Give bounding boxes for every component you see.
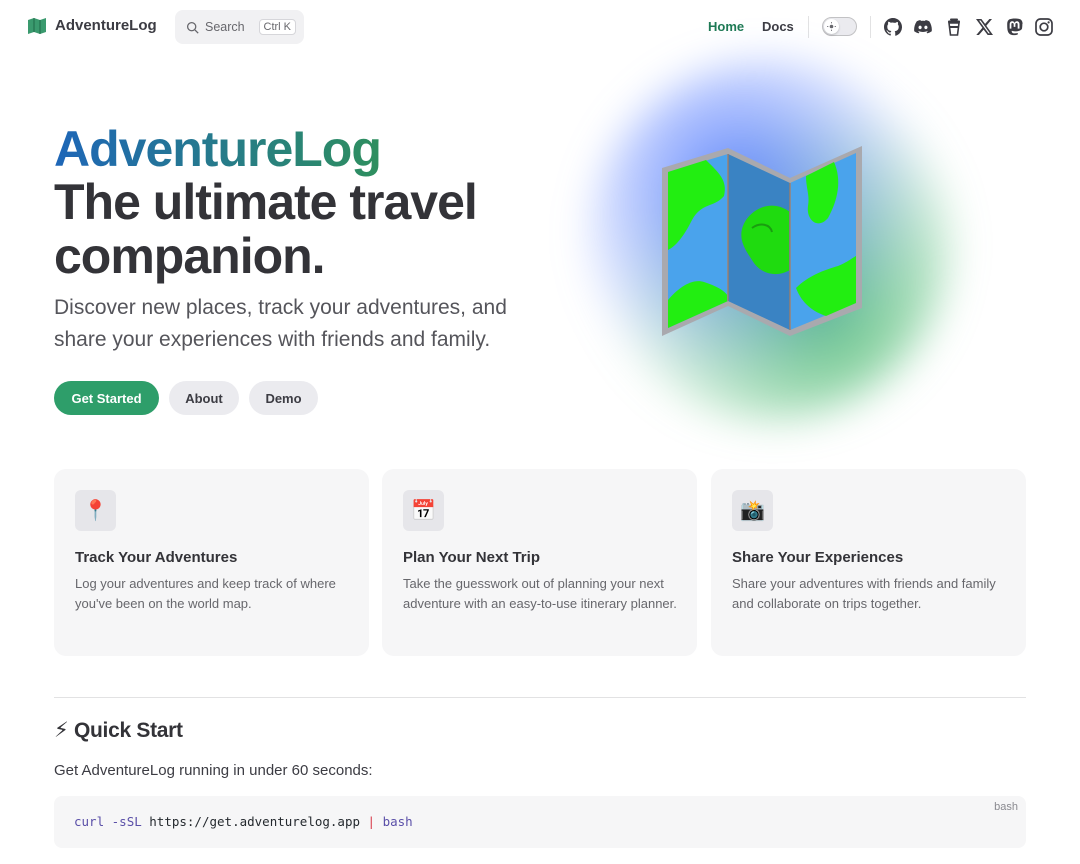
about-button[interactable]: About [169,381,239,415]
feature-card: 📍 Track Your Adventures Log your adventu… [54,469,369,656]
mastodon-icon[interactable] [1004,17,1024,37]
toggle-knob [824,19,839,34]
code-lang-label: bash [994,801,1018,813]
search-icon [186,21,199,34]
nav-link-home[interactable]: Home [708,19,744,34]
top-nav: AdventureLog Search Ctrl K Home Docs [0,0,1080,54]
buymeacoffee-icon[interactable] [944,17,964,37]
brand-name: AdventureLog [55,17,157,34]
github-icon[interactable] [883,17,903,37]
search-shortcut: Ctrl K [258,19,296,35]
demo-button[interactable]: Demo [249,381,318,415]
sun-icon [827,22,836,31]
quick-start-subtitle: Get AdventureLog running in under 60 sec… [54,762,373,779]
nav-divider-2 [870,16,871,38]
calendar-icon: 📅 [403,490,444,531]
feature-title: Plan Your Next Trip [403,549,540,566]
brand-link[interactable]: AdventureLog [28,17,157,34]
camera-icon: 📸 [732,490,773,531]
code-shell: bash [382,814,413,829]
feature-title: Share Your Experiences [732,549,904,566]
search-label: Search [205,20,245,34]
section-divider [54,697,1026,698]
nav-link-docs[interactable]: Docs [762,19,794,34]
hero-name: AdventureLog [54,121,382,177]
code-block[interactable]: bash curl -sSL https://get.adventurelog.… [54,796,1026,848]
hero-text: The ultimate travel companion. [54,174,478,284]
get-started-button[interactable]: Get Started [54,381,159,415]
theme-toggle[interactable] [822,17,857,36]
instagram-icon[interactable] [1034,17,1054,37]
pin-icon: 📍 [75,490,116,531]
feature-card: 📸 Share Your Experiences Share your adve… [711,469,1026,656]
code-pipe: | [367,814,376,829]
code-flag: -sSL [111,814,142,829]
feature-details: Log your adventures and keep track of wh… [75,576,336,611]
nav-divider [808,16,809,38]
code-url: https://get.adventurelog.app [149,814,360,829]
feature-title: Track Your Adventures [75,549,238,566]
feature-card: 📅 Plan Your Next Trip Take the guesswork… [382,469,697,656]
quick-start-heading: ⚡ Quick Start [54,719,183,742]
search-button[interactable]: Search Ctrl K [175,10,304,44]
discord-icon[interactable] [913,17,933,37]
code-command: curl [74,814,105,829]
map-logo-icon [28,17,46,34]
x-icon[interactable] [974,17,994,37]
hero-tagline: Discover new places, track your adventur… [54,296,507,351]
folded-map-icon [662,146,862,336]
code-line: curl -sSL https://get.adventurelog.app |… [74,814,413,829]
feature-details: Take the guesswork out of planning your … [403,576,677,611]
feature-details: Share your adventures with friends and f… [732,576,996,611]
